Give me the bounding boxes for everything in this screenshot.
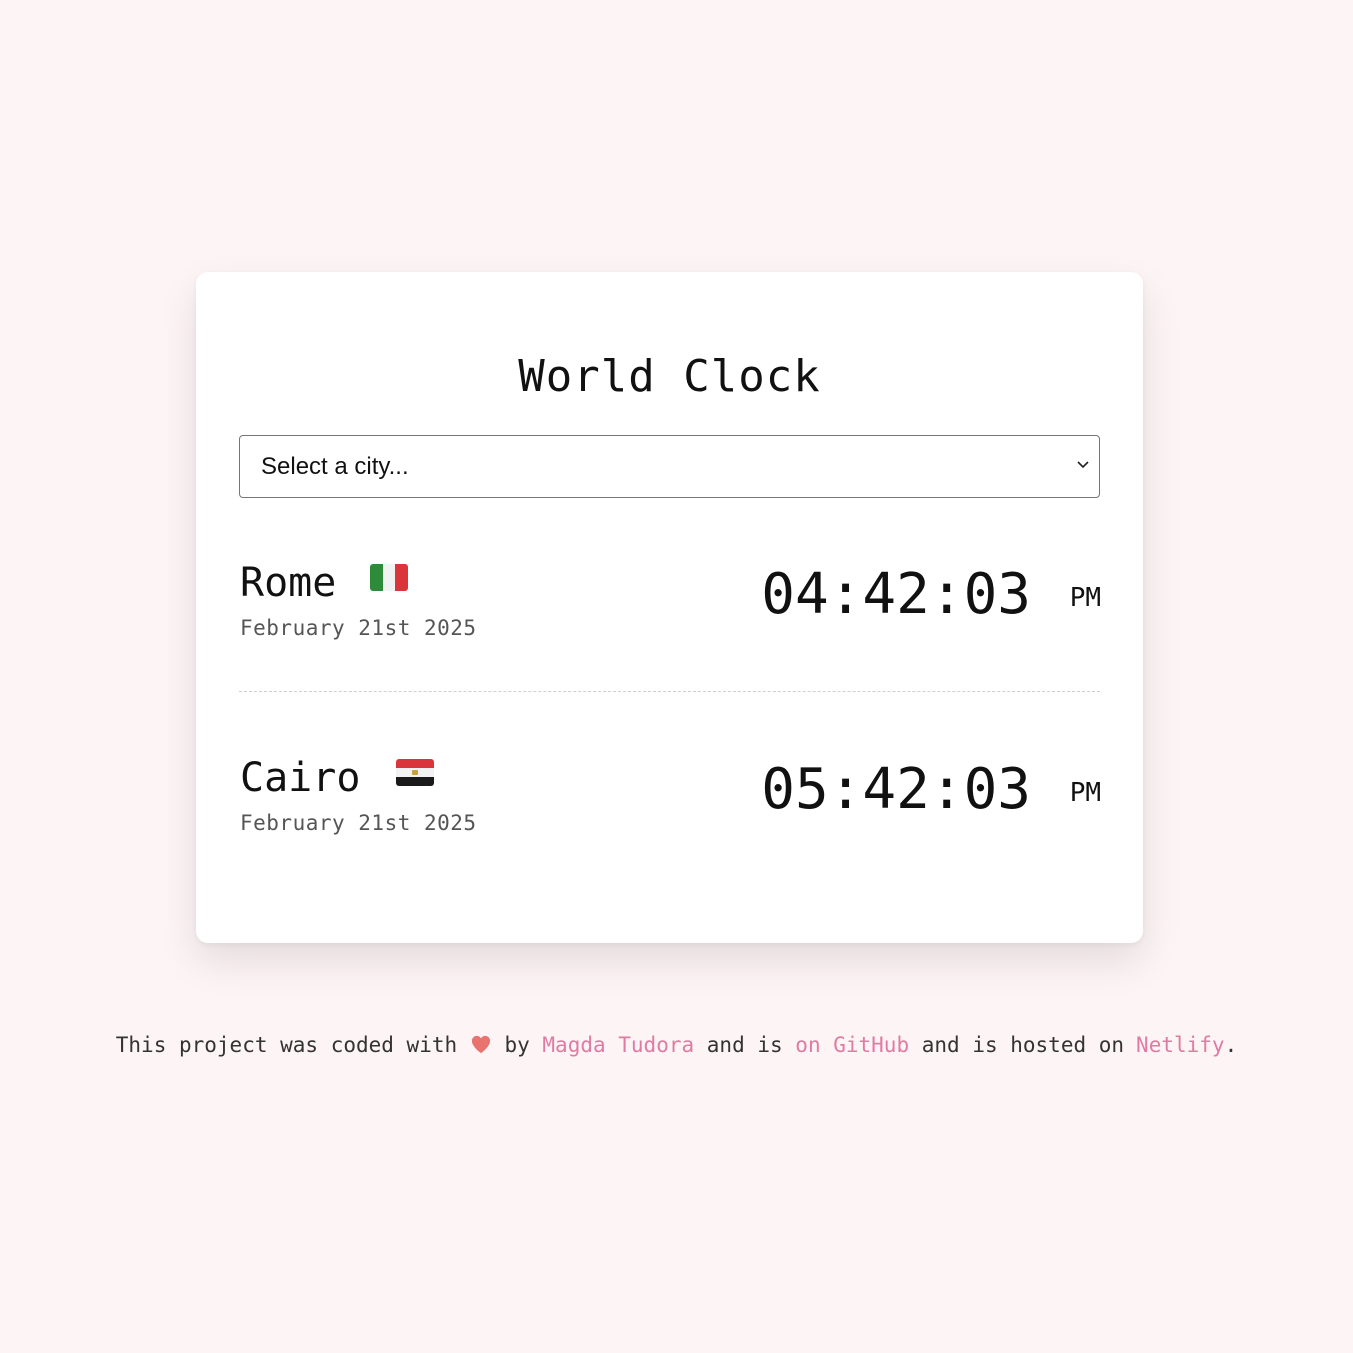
author-link[interactable]: Magda Tudora: [542, 1033, 694, 1057]
city-ampm: PM: [1069, 778, 1101, 808]
city-select-value: Select a city...: [261, 453, 409, 480]
netlify-link[interactable]: Netlify: [1136, 1033, 1225, 1057]
city-ampm: PM: [1069, 583, 1101, 613]
city-time: 04:42:03: [761, 562, 1031, 627]
footer-period: .: [1224, 1033, 1238, 1057]
page-title: World Clock: [518, 351, 821, 402]
city-time: 05:42:03: [761, 757, 1031, 822]
city-select[interactable]: Select a city...: [239, 435, 1100, 498]
italy-flag-icon: [370, 564, 408, 591]
city-date: February 21st 2025: [240, 811, 477, 835]
city-date: February 21st 2025: [240, 616, 477, 640]
city-name: Cairo: [240, 755, 361, 801]
footer: This project was coded with by Magda Tud…: [0, 1030, 1353, 1060]
egypt-flag-icon: [396, 759, 434, 786]
footer-text: by: [504, 1033, 530, 1057]
city-row-rome: Rome February 21st 2025 04:42:03 PM: [240, 558, 1101, 668]
world-clock-card: World Clock Select a city... Rome Februa…: [196, 272, 1143, 943]
chevron-down-icon: [1077, 461, 1089, 469]
city-row-cairo: Cairo February 21st 2025 05:42:03 PM: [240, 753, 1101, 863]
city-divider: [239, 691, 1100, 692]
footer-text: and is hosted on: [921, 1033, 1125, 1057]
footer-text: This project was coded with: [115, 1033, 458, 1057]
footer-text: and is: [706, 1033, 783, 1057]
city-name: Rome: [240, 560, 337, 606]
heart-icon: [471, 1035, 490, 1054]
github-link[interactable]: on GitHub: [795, 1033, 909, 1057]
